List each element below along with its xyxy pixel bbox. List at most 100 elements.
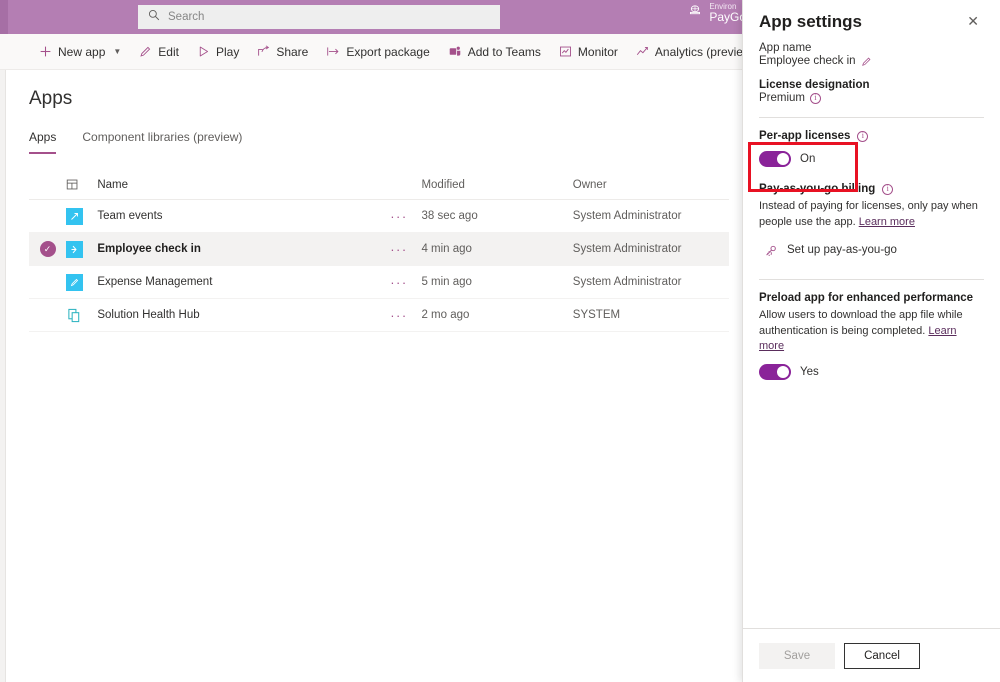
search-input[interactable]: Search: [138, 5, 500, 29]
sidebar-rail: [0, 70, 6, 682]
row-app-icon-cell: [66, 241, 97, 258]
per-app-licenses-label: Per-app licenses: [759, 130, 850, 142]
export-icon: [326, 45, 340, 58]
column-header-owner[interactable]: Owner: [573, 179, 729, 191]
setup-pay-as-you-go-button[interactable]: Set up pay-as-you-go: [759, 243, 984, 257]
new-app-button[interactable]: New app ▼: [30, 34, 130, 70]
export-package-button[interactable]: Export package: [317, 34, 438, 70]
close-icon[interactable]: ✕: [964, 12, 982, 30]
table-header-row: Name Modified Owner: [29, 170, 729, 200]
share-label: Share: [276, 45, 308, 59]
tab-apps[interactable]: Apps: [29, 130, 56, 154]
panel-divider: [759, 117, 984, 118]
analytics-label: Analytics (preview): [655, 45, 756, 59]
panel-title: App settings: [759, 12, 862, 32]
table-row[interactable]: Team events ··· 38 sec ago System Admini…: [29, 200, 729, 233]
share-button[interactable]: Share: [248, 34, 317, 70]
pencil-icon[interactable]: [861, 56, 872, 67]
row-overflow-menu[interactable]: ···: [390, 209, 421, 224]
search-placeholder: Search: [168, 11, 204, 23]
app-name-label: App name: [759, 42, 984, 54]
row-select-cell[interactable]: ✓: [29, 241, 66, 257]
row-overflow-menu[interactable]: ···: [390, 275, 421, 290]
setup-pay-as-you-go-label: Set up pay-as-you-go: [787, 244, 897, 256]
license-designation-value: Premium: [759, 92, 805, 104]
toggle-switch[interactable]: [759, 364, 791, 380]
export-package-label: Export package: [346, 45, 429, 59]
edit-label: Edit: [158, 45, 179, 59]
license-designation-label: License designation: [759, 79, 984, 91]
pencil-icon: [139, 45, 152, 58]
power-apps-maker-portal: Search Environ PayGo New app: [0, 0, 1000, 682]
panel-divider: [759, 279, 984, 280]
row-app-name[interactable]: Team events: [97, 210, 390, 222]
search-icon: [148, 8, 160, 26]
preload-toggle[interactable]: Yes: [759, 364, 984, 380]
key-gear-icon: [765, 243, 779, 257]
row-app-icon-cell: [66, 307, 97, 324]
toggle-switch[interactable]: [759, 151, 791, 167]
teams-icon: [448, 45, 462, 58]
row-app-name[interactable]: Employee check in: [97, 243, 390, 255]
environment-name: PayGo: [709, 11, 746, 25]
row-overflow-menu[interactable]: ···: [390, 242, 421, 257]
table-row[interactable]: ✓ Employee check in ··· 4 min ago System…: [29, 233, 729, 266]
page-tabs: Apps Component libraries (preview): [29, 130, 242, 154]
info-icon[interactable]: i: [810, 93, 821, 104]
pay-as-you-go-label: Pay-as-you-go billing: [759, 183, 875, 195]
model-driven-app-icon: [66, 307, 83, 324]
environment-selector[interactable]: Environ PayGo: [688, 2, 746, 25]
toggle-knob: [777, 153, 789, 165]
add-to-teams-button[interactable]: Add to Teams: [439, 34, 550, 70]
save-button[interactable]: Save: [759, 643, 835, 669]
topbar-left-accent: [0, 0, 8, 34]
pay-as-you-go-header: Pay-as-you-go billing i: [759, 183, 984, 195]
row-modified: 38 sec ago: [421, 210, 572, 222]
apps-table: Name Modified Owner Team events ··· 38 s…: [29, 170, 729, 332]
license-designation-row: Premium i: [759, 92, 984, 104]
cancel-button[interactable]: Cancel: [844, 643, 920, 669]
row-overflow-menu[interactable]: ···: [390, 308, 421, 323]
pay-as-you-go-learn-more-link[interactable]: Learn more: [859, 216, 915, 228]
apps-page: Apps Apps Component libraries (preview): [7, 70, 742, 682]
info-icon[interactable]: i: [857, 131, 868, 142]
monitor-button[interactable]: Monitor: [550, 34, 627, 70]
row-owner: System Administrator: [573, 276, 729, 288]
pay-as-you-go-description: Instead of paying for licenses, only pay…: [759, 199, 984, 230]
page-title: Apps: [29, 88, 72, 110]
table-row[interactable]: Solution Health Hub ··· 2 mo ago SYSTEM: [29, 299, 729, 332]
edit-button[interactable]: Edit: [130, 34, 188, 70]
table-row[interactable]: Expense Management ··· 5 min ago System …: [29, 266, 729, 299]
per-app-licenses-toggle[interactable]: On: [759, 151, 984, 167]
panel-footer: Save Cancel: [743, 628, 1000, 682]
preload-label: Preload app for enhanced performance: [759, 292, 984, 304]
save-button-label: Save: [784, 650, 810, 662]
share-icon: [257, 45, 270, 58]
play-button[interactable]: Play: [188, 34, 248, 70]
grid-icon[interactable]: [66, 178, 97, 191]
chevron-down-icon: ▼: [113, 47, 121, 56]
canvas-app-icon: [66, 208, 83, 225]
column-header-name[interactable]: Name: [97, 179, 390, 191]
row-modified: 2 mo ago: [421, 309, 572, 321]
per-app-licenses-toggle-label: On: [800, 153, 815, 165]
row-owner: System Administrator: [573, 243, 729, 255]
play-label: Play: [216, 45, 239, 59]
row-modified: 5 min ago: [421, 276, 572, 288]
new-app-label: New app: [58, 45, 105, 59]
row-app-name[interactable]: Solution Health Hub: [97, 309, 390, 321]
row-modified: 4 min ago: [421, 243, 572, 255]
app-name-value: Employee check in: [759, 55, 856, 67]
row-app-name[interactable]: Expense Management: [97, 276, 390, 288]
row-owner: System Administrator: [573, 210, 729, 222]
tab-component-libraries-label: Component libraries (preview): [82, 130, 242, 144]
environment-icon: [688, 4, 702, 23]
app-settings-panel: App settings ✕ App name Employee check i…: [742, 0, 1000, 682]
panel-header: App settings ✕: [743, 0, 1000, 32]
row-app-icon-cell: [66, 274, 97, 291]
column-header-modified[interactable]: Modified: [421, 179, 572, 191]
plus-icon: [39, 45, 52, 58]
tab-component-libraries[interactable]: Component libraries (preview): [82, 130, 242, 154]
info-icon[interactable]: i: [882, 184, 893, 195]
monitor-icon: [559, 45, 572, 58]
